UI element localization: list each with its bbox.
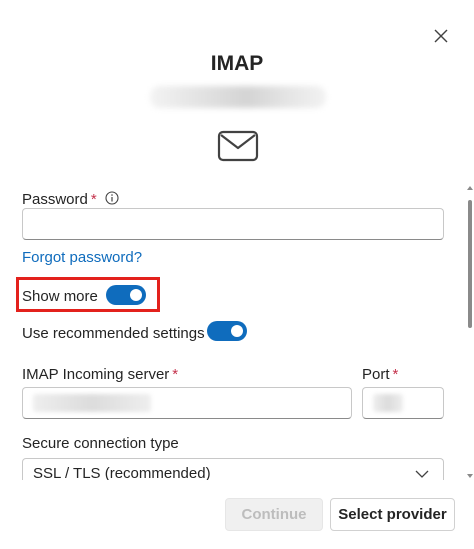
required-mark: * (392, 366, 399, 383)
close-icon (434, 29, 448, 43)
show-more-label: Show more (22, 288, 98, 305)
server-value-redacted (33, 394, 151, 412)
required-mark: * (172, 366, 179, 383)
recommended-settings-toggle[interactable] (207, 321, 247, 341)
scroll-up-icon[interactable] (467, 186, 473, 190)
select-provider-button[interactable]: Select provider (330, 498, 455, 531)
secure-type-label: Secure connection type (22, 435, 179, 452)
close-button[interactable] (428, 24, 454, 50)
required-mark: * (90, 191, 97, 208)
toggle-knob (231, 325, 243, 337)
continue-button[interactable]: Continue (225, 498, 323, 531)
secure-type-select[interactable]: SSL / TLS (recommended) (22, 458, 444, 480)
mail-icon (217, 130, 259, 162)
forgot-password-link[interactable]: Forgot password? (22, 249, 142, 266)
incoming-server-input[interactable] (22, 387, 352, 419)
info-icon[interactable] (105, 191, 119, 205)
incoming-server-label: IMAP Incoming server * (22, 366, 179, 383)
dialog-title: IMAP (210, 52, 264, 75)
chevron-down-icon (415, 470, 429, 478)
show-more-toggle[interactable] (106, 285, 146, 305)
port-value-redacted (373, 394, 403, 412)
scroll-down-icon[interactable] (467, 474, 473, 478)
recommended-settings-label: Use recommended settings (22, 325, 205, 342)
form-scroll-area[interactable]: Password * Forgot password? Show more Use… (0, 178, 466, 480)
scrollbar[interactable] (466, 186, 474, 478)
toggle-knob (130, 289, 142, 301)
scroll-thumb[interactable] (468, 200, 472, 328)
secure-type-value: SSL / TLS (recommended) (33, 465, 211, 480)
imap-dialog: IMAP Password * Forgot password? Show mor… (0, 0, 474, 549)
password-label: Password * (22, 191, 119, 208)
port-label: Port * (362, 366, 399, 383)
password-input[interactable] (22, 208, 444, 240)
account-email-redacted (150, 86, 326, 108)
port-input[interactable] (362, 387, 444, 419)
